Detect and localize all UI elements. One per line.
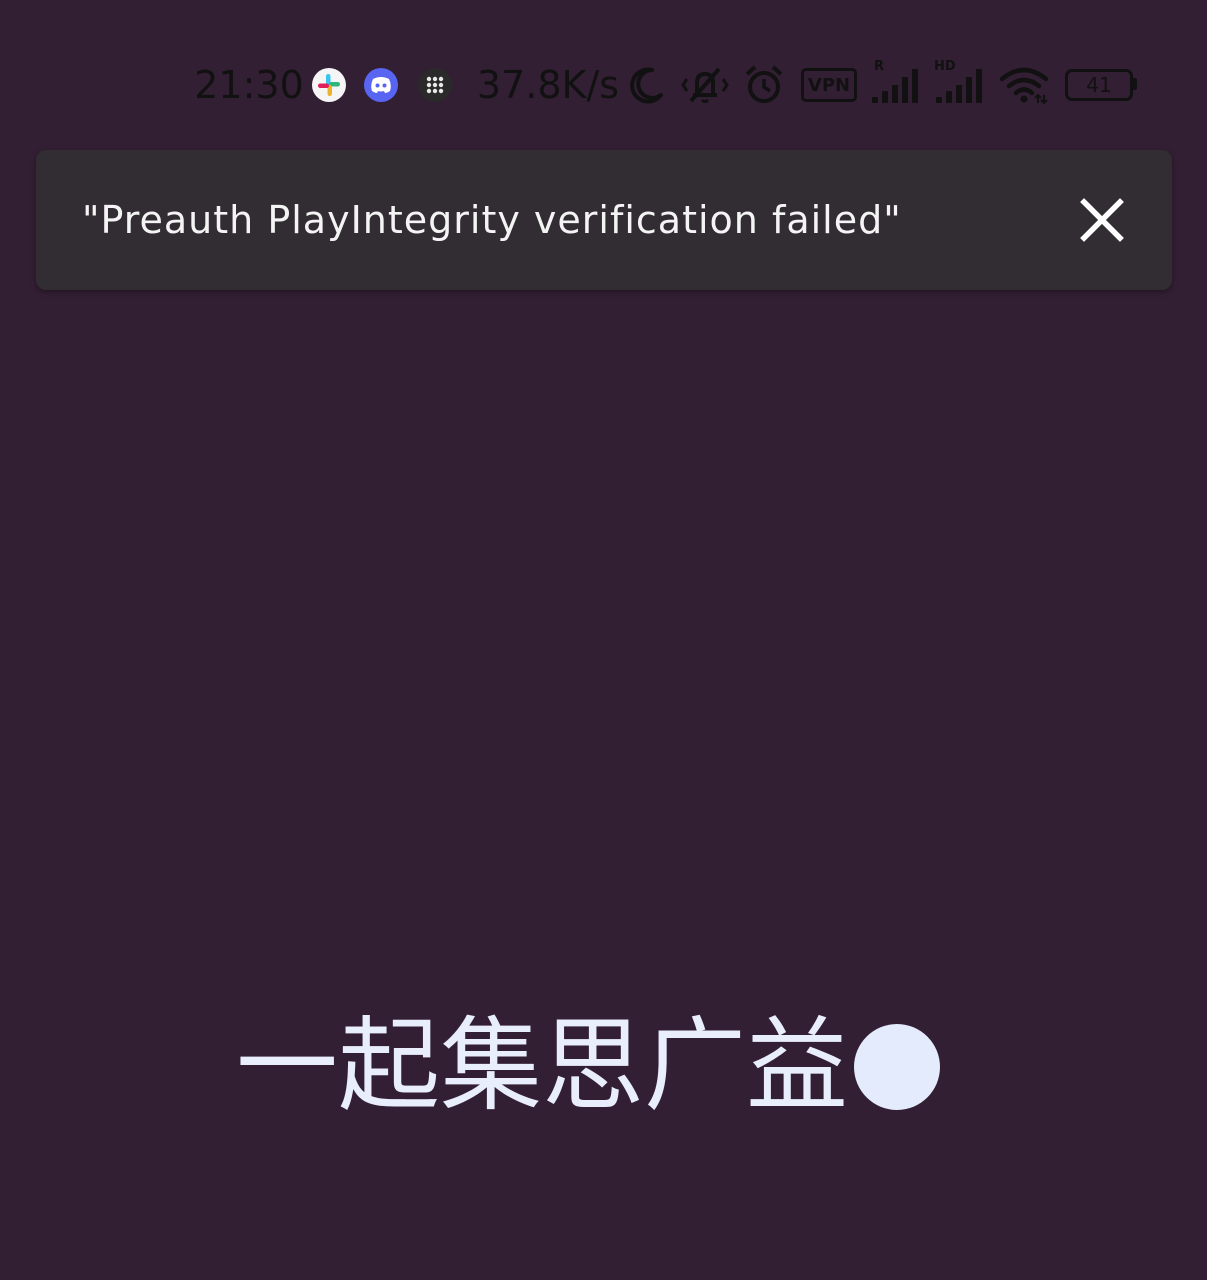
close-icon (1080, 198, 1124, 242)
status-time: 21:30 (194, 56, 304, 114)
wifi-icon (996, 56, 1052, 114)
alarm-icon (742, 56, 786, 114)
signal-roaming-icon: R (868, 56, 924, 114)
vpn-icon: VPN (798, 56, 860, 114)
toast-message: "Preauth PlayIntegrity verification fail… (82, 198, 902, 242)
typing-line: 一起集思广益 (236, 1012, 940, 1122)
vpn-label: VPN (807, 74, 851, 96)
discord-icon (362, 56, 400, 114)
battery-level: 41 (1086, 73, 1112, 97)
typing-cursor-dot (854, 1024, 940, 1110)
time-text: 21:30 (194, 63, 304, 107)
status-bar: 21:30 37.8K/s VPN R HD 41 (0, 56, 1207, 114)
network-speed-text: 37.8K/s (476, 63, 620, 107)
network-speed: 37.8K/s (474, 56, 622, 114)
error-toast: "Preauth PlayIntegrity verification fail… (36, 150, 1172, 290)
typing-text: 一起集思广益 (236, 1007, 848, 1126)
close-button[interactable] (1076, 194, 1128, 246)
moon-icon (624, 56, 668, 114)
battery-icon: 41 (1062, 56, 1140, 114)
signal-hd-icon: HD (930, 56, 988, 114)
app-grid-icon (416, 56, 454, 114)
vibrate-icon (680, 56, 730, 114)
slack-icon (310, 56, 348, 114)
